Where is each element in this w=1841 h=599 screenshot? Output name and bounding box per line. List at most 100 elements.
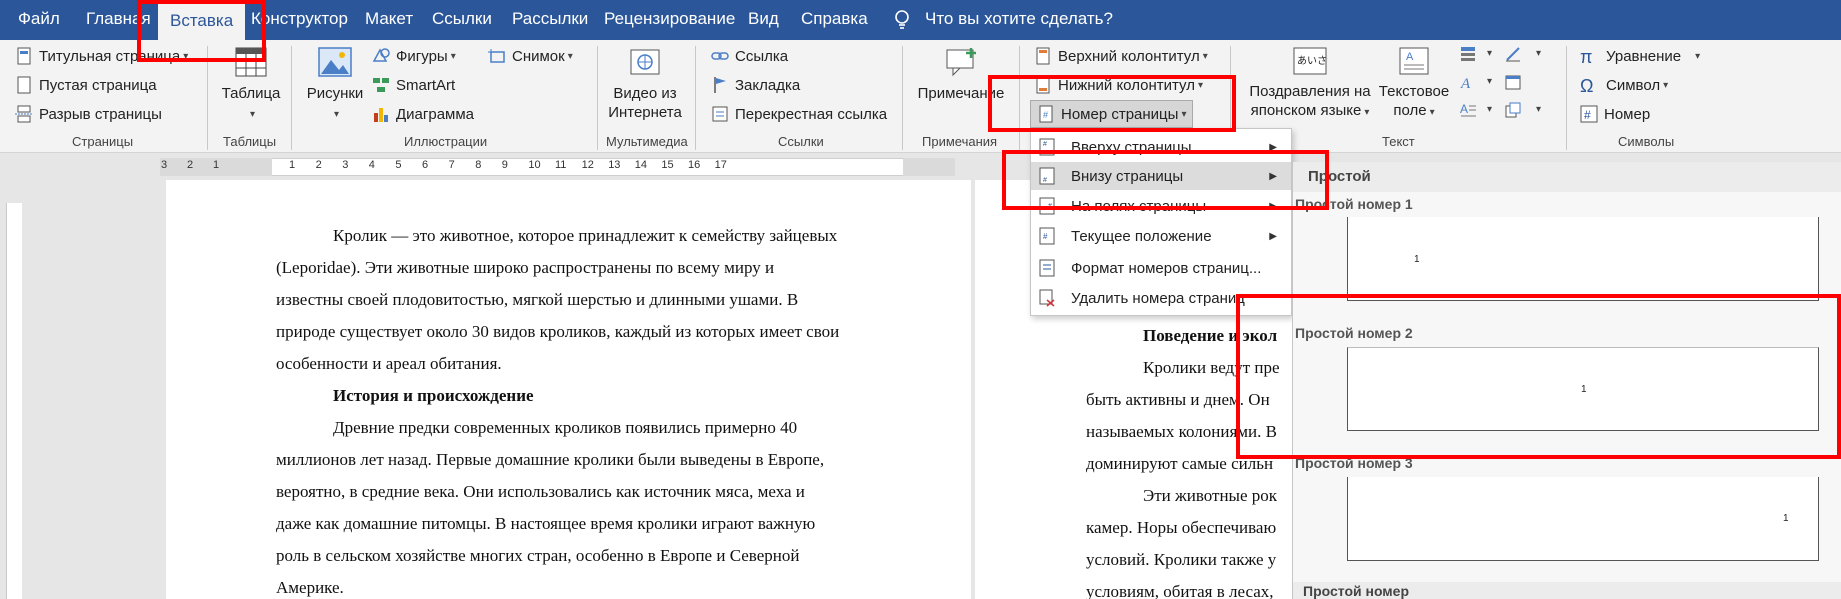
symbol-label: Символ	[1606, 76, 1661, 94]
date-time-icon[interactable]	[1505, 74, 1521, 90]
submenu-arrow-icon: ▶	[1269, 200, 1277, 212]
tab-help[interactable]: Справка	[801, 9, 868, 31]
drop-cap-icon[interactable]: A	[1460, 102, 1476, 118]
page-break-button[interactable]: Разрыв страницы	[15, 102, 162, 126]
header-button[interactable]: Верхний колонтитул ▾	[1034, 44, 1208, 68]
gallery-item-title: Простой номер 3	[1295, 455, 1413, 471]
textbox-button[interactable]: A Текстовое поле ▾	[1372, 46, 1456, 122]
wordart-icon[interactable]: A	[1460, 74, 1476, 90]
menu-item-top-of-page[interactable]: # Вверху страницы ▶	[1031, 133, 1291, 161]
chevron-down-icon[interactable]: ▾	[1487, 48, 1492, 59]
title-page-button[interactable]: Титульная страница ▾	[15, 44, 188, 68]
gallery-item-plain-number-3[interactable]: 1	[1347, 477, 1819, 561]
gallery-item-plain-number-2[interactable]: 1	[1347, 347, 1819, 431]
pi-icon: π	[1580, 47, 1593, 67]
screenshot-icon	[488, 49, 505, 63]
group-label-illustrations: Иллюстрации	[404, 134, 488, 149]
gallery-item-title: Простой номер 1	[1295, 196, 1413, 212]
gallery-section-footer: Простой номер	[1293, 582, 1841, 599]
shapes-button[interactable]: Фигуры ▾	[372, 44, 456, 68]
page-number-icon: #	[1039, 105, 1053, 123]
menu-item-current-position[interactable]: # Текущее положение ▶	[1031, 222, 1291, 250]
ruler-number: 11	[555, 159, 567, 171]
comment-button[interactable]: Примечание	[911, 46, 1011, 103]
document-line: Древние предки современных кроликов появ…	[333, 418, 798, 437]
title-page-icon	[17, 47, 31, 65]
object-icon[interactable]	[1505, 102, 1521, 118]
document-line: называемых колониями. В	[1086, 422, 1277, 441]
comment-icon	[946, 48, 976, 77]
smartart-button[interactable]: SmartArt	[372, 73, 455, 97]
bookmark-label: Закладка	[735, 76, 801, 94]
page-number-button[interactable]: # Номер страницы ▾	[1030, 100, 1194, 128]
group-separator	[291, 46, 292, 150]
symbol-button[interactable]: Ω Символ ▾	[1580, 73, 1668, 97]
group-label-pages: Страницы	[72, 134, 134, 149]
tab-mailings[interactable]: Рассылки	[512, 9, 588, 31]
page-left[interactable]: Кролик — это животное, которое принадлеж…	[166, 180, 971, 599]
ruler-number: 8	[475, 159, 482, 171]
bottom-of-page-gallery: Простой Простой номер 1 1 Простой номер …	[1292, 162, 1841, 599]
menu-label: На полях страницы	[1071, 197, 1207, 215]
chevron-down-icon[interactable]: ▾	[1487, 76, 1492, 87]
chart-label: Диаграмма	[396, 105, 475, 123]
number-button[interactable]: # Номер	[1580, 102, 1650, 126]
blank-page-button[interactable]: Пустая страница	[15, 73, 157, 97]
cross-reference-button[interactable]: Перекрестная ссылка	[711, 102, 887, 126]
tab-insert[interactable]: Вставка	[158, 4, 246, 40]
header-icon	[1036, 47, 1050, 65]
document-line: особенности и ареал обитания.	[276, 354, 502, 373]
chevron-down-icon[interactable]: ▾	[1536, 104, 1541, 115]
menu-item-page-margins[interactable]: # На полях страницы ▶	[1031, 192, 1291, 220]
chevron-down-icon: ▾	[183, 50, 189, 62]
link-button[interactable]: Ссылка	[711, 44, 788, 68]
gallery-item-plain-number-1[interactable]: 1	[1347, 217, 1819, 301]
table-button[interactable]: Таблица ▾	[216, 46, 286, 124]
ruler-number: 2	[315, 159, 322, 171]
tab-file[interactable]: Файл	[18, 9, 60, 31]
online-video-button[interactable]: Видео из Интернета	[603, 46, 687, 122]
link-label: Ссылка	[735, 47, 789, 65]
menu-item-remove-page-numbers[interactable]: Удалить номера страниц	[1031, 284, 1291, 312]
bookmark-button[interactable]: Закладка	[711, 73, 800, 97]
lightbulb-icon[interactable]	[893, 9, 911, 31]
document-line: природе существует около 30 видов кролик…	[276, 322, 840, 341]
tab-design[interactable]: Конструктор	[251, 9, 348, 31]
quick-parts-icon[interactable]	[1460, 46, 1476, 62]
ruler-number: 1	[289, 159, 296, 171]
signature-line-icon[interactable]	[1505, 46, 1521, 62]
tab-home[interactable]: Главная	[86, 9, 151, 31]
tab-layout[interactable]: Макет	[365, 9, 413, 31]
tab-view[interactable]: Вид	[748, 9, 779, 31]
chevron-down-icon: ▾	[1197, 79, 1203, 91]
japanese-greetings-button[interactable]: あいさつ Поздравления на японском языке▾	[1242, 46, 1378, 122]
pictures-button[interactable]: Рисунки ▾	[298, 46, 372, 124]
group-label-media: Мультимедиа	[606, 134, 688, 149]
chevron-down-icon[interactable]: ▾	[1536, 48, 1541, 59]
footer-button[interactable]: Нижний колонтитул ▾	[1034, 73, 1203, 97]
chevron-down-icon: ▾	[1364, 107, 1370, 118]
vertical-ruler	[0, 153, 26, 599]
ruler-number: 2	[187, 159, 194, 171]
tab-review[interactable]: Рецензирование	[604, 9, 735, 31]
equation-button[interactable]: π Уравнение ▾	[1580, 44, 1700, 68]
ruler-number: 3	[342, 159, 349, 171]
document-heading: История и происхождение	[333, 386, 534, 405]
tell-me-search[interactable]: Что вы хотите сделать?	[925, 9, 1113, 31]
page-number-dropdown: # Вверху страницы ▶ # Внизу страницы ▶ # Н…	[1030, 128, 1292, 316]
chevron-down-icon[interactable]: ▾	[1487, 104, 1492, 115]
menu-item-format-page-numbers[interactable]: Формат номеров страниц...	[1031, 254, 1291, 282]
svg-text:#: #	[1043, 110, 1048, 120]
group-label-symbols: Символы	[1618, 134, 1675, 149]
cross-reference-label: Перекрестная ссылка	[735, 105, 888, 123]
svg-text:あいさつ: あいさつ	[1297, 55, 1328, 67]
textbox-icon: A	[1399, 47, 1429, 75]
tab-references[interactable]: Ссылки	[432, 9, 492, 31]
menu-item-bottom-of-page[interactable]: # Внизу страницы ▶	[1031, 162, 1291, 190]
screenshot-button[interactable]: Снимок ▾	[488, 44, 573, 68]
group-label-text: Текст	[1382, 134, 1415, 149]
document-line: роль в сельском хозяйстве многих стран, …	[276, 546, 800, 565]
ruler-number: 4	[368, 159, 375, 171]
link-icon	[711, 52, 729, 60]
chart-button[interactable]: Диаграмма	[372, 102, 474, 126]
